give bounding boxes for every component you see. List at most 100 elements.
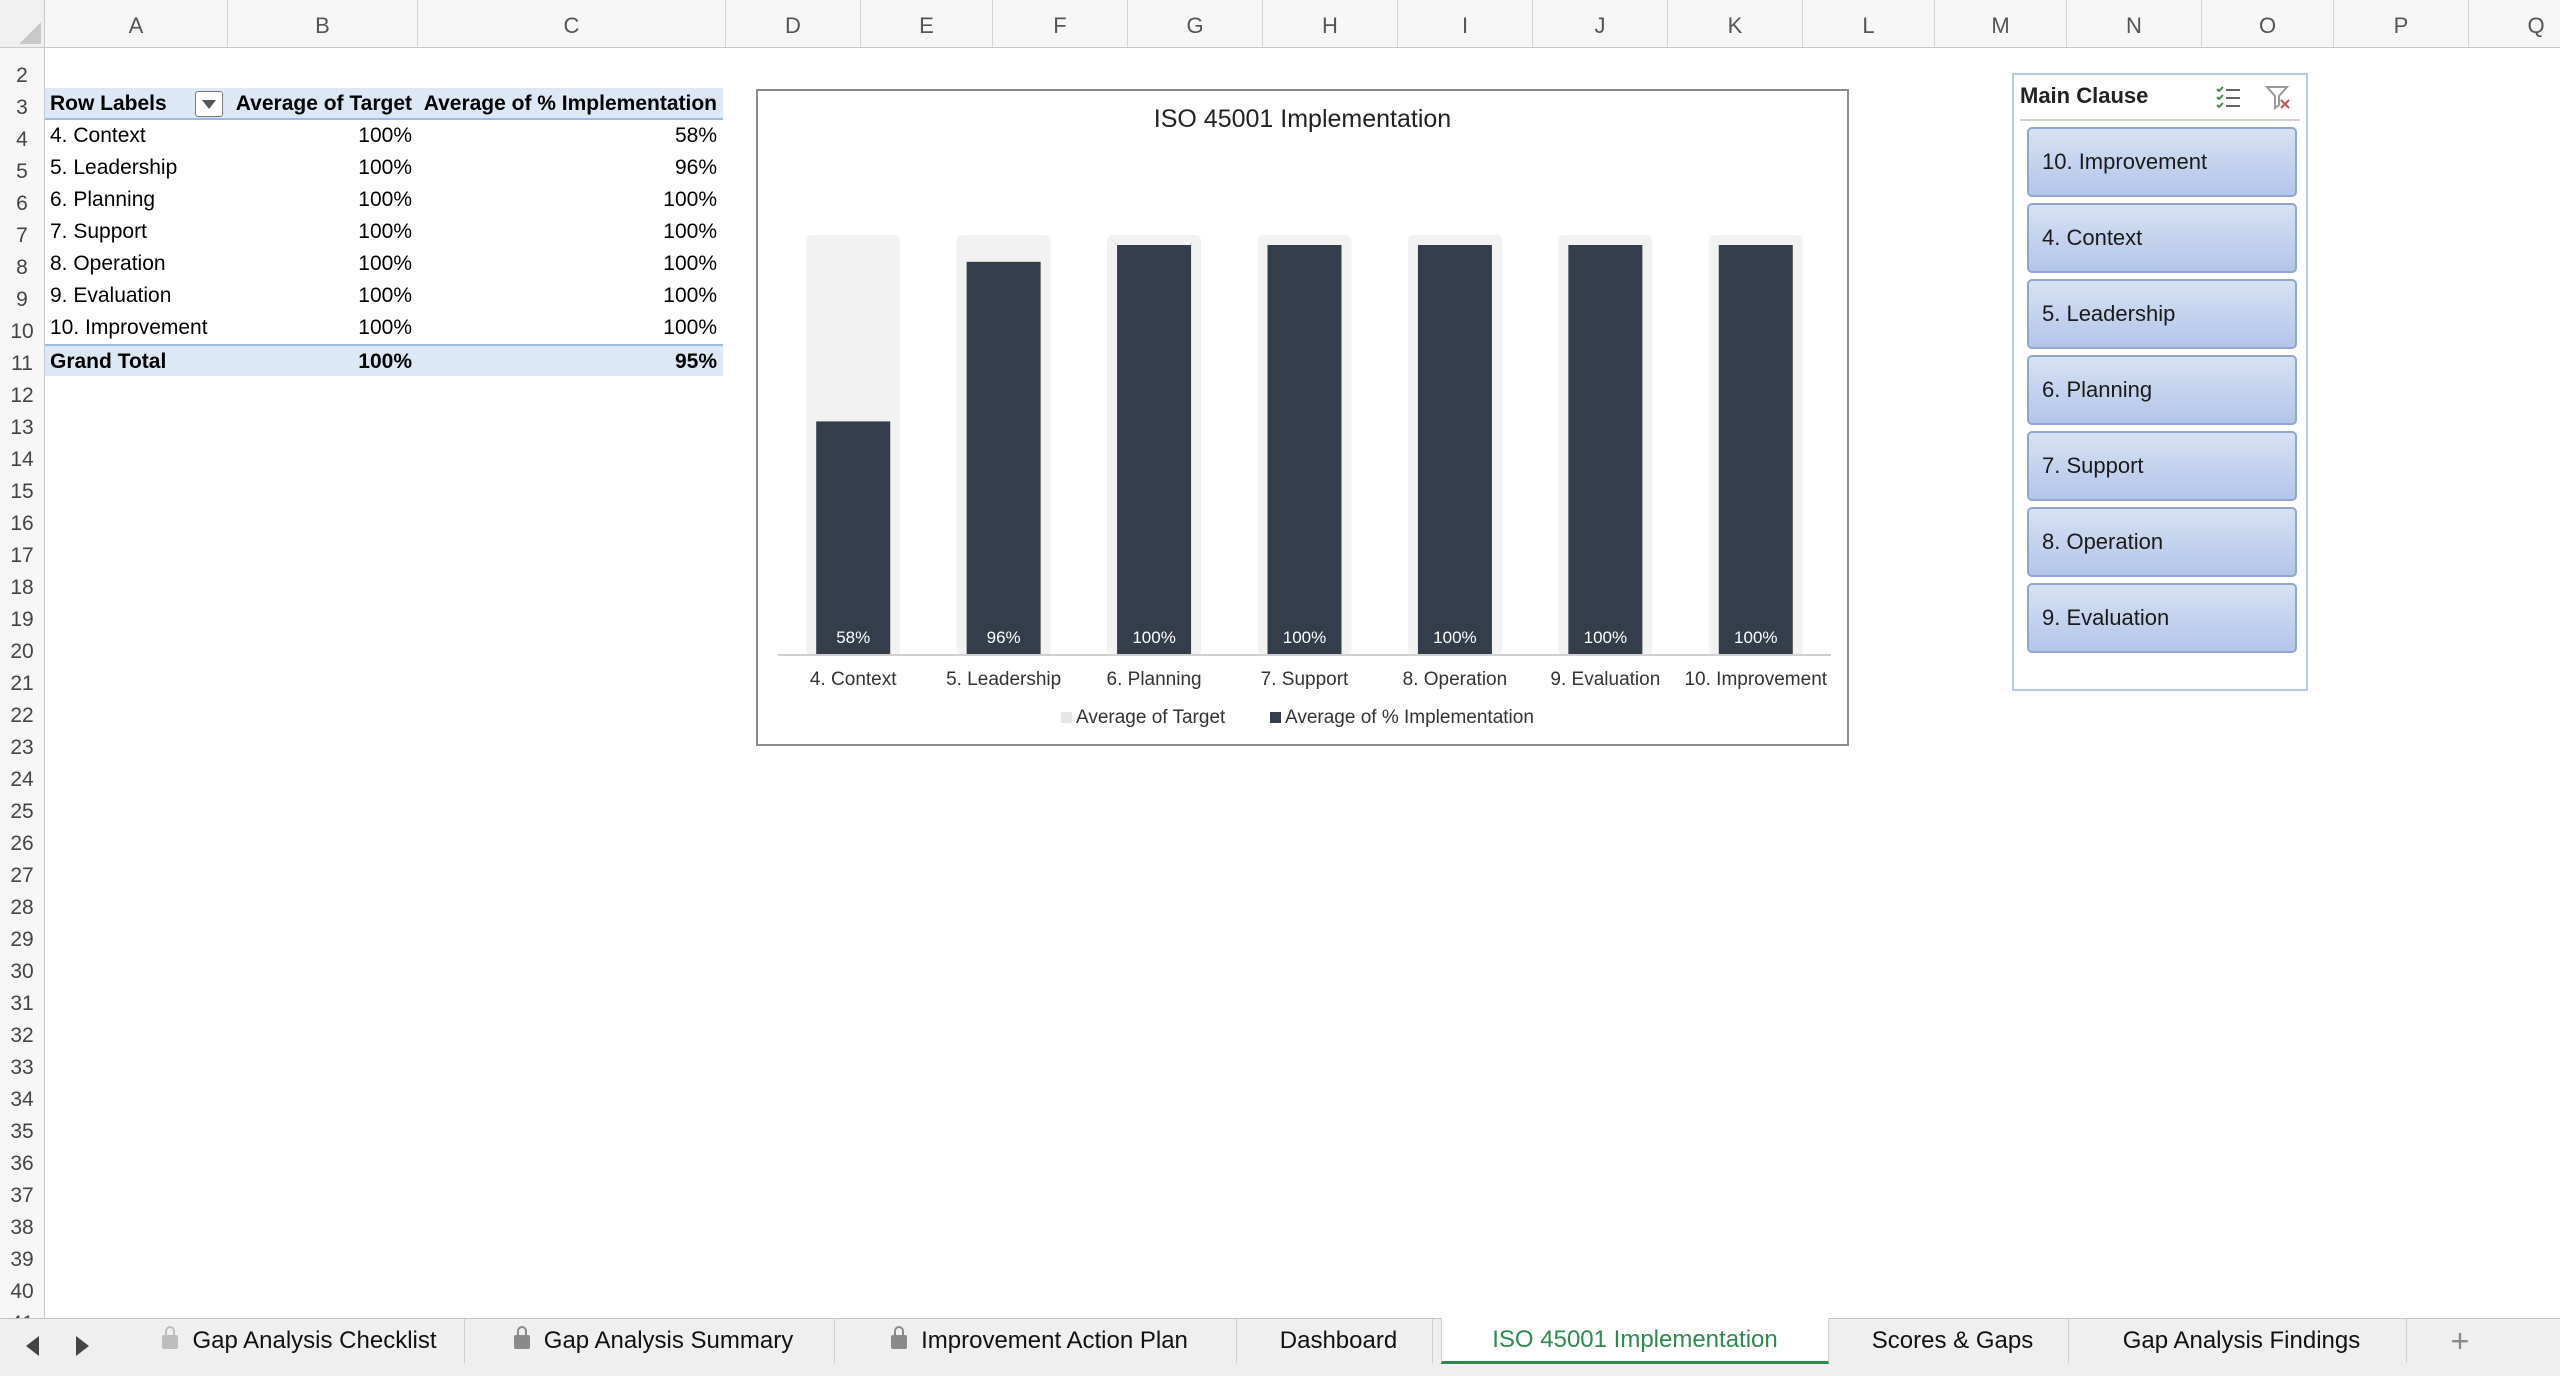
row-header[interactable]: 2 (0, 60, 44, 92)
row-header[interactable]: 29 (0, 924, 44, 956)
row-header[interactable]: 19 (0, 604, 44, 636)
column-header[interactable]: P (2334, 0, 2469, 47)
row-header[interactable]: 3 (0, 92, 44, 124)
row-header[interactable]: 5 (0, 156, 44, 188)
row-header[interactable]: 35 (0, 1116, 44, 1148)
pivot-row-target[interactable]: 100% (230, 280, 418, 312)
implementation-bar[interactable] (966, 261, 1041, 655)
row-header[interactable]: 40 (0, 1276, 44, 1308)
pivot-grand-total-target[interactable]: 100% (230, 344, 418, 376)
row-header[interactable]: 36 (0, 1148, 44, 1180)
pivot-header-target[interactable]: Average of Target (230, 88, 418, 120)
pivot-row-label[interactable]: 9. Evaluation (45, 280, 230, 312)
column-header[interactable]: J (1533, 0, 1668, 47)
row-header[interactable]: 41 (0, 1308, 44, 1318)
pivot-row-label[interactable]: 8. Operation (45, 248, 230, 280)
sheet-tab[interactable]: Dashboard (1245, 1319, 1433, 1363)
sheet-tab[interactable]: ISO 45001 Implementation (1441, 1318, 1829, 1364)
pivot-row-label[interactable]: 10. Improvement (45, 312, 230, 344)
column-header[interactable]: C (418, 0, 726, 47)
pivot-grand-total-implementation[interactable]: 95% (418, 344, 723, 376)
row-header[interactable]: 26 (0, 828, 44, 860)
slicer-item[interactable]: 9. Evaluation (2027, 583, 2297, 653)
row-header[interactable]: 8 (0, 252, 44, 284)
slicer-item[interactable]: 6. Planning (2027, 355, 2297, 425)
pivot-row-label[interactable]: 7. Support (45, 216, 230, 248)
column-header[interactable]: M (1935, 0, 2067, 47)
column-header[interactable]: L (1803, 0, 1935, 47)
slicer-item[interactable]: 5. Leadership (2027, 279, 2297, 349)
pivot-row-label[interactable]: 5. Leadership (45, 152, 230, 184)
row-header[interactable]: 20 (0, 636, 44, 668)
row-header[interactable]: 10 (0, 316, 44, 348)
row-header[interactable]: 21 (0, 668, 44, 700)
select-all-corner[interactable] (0, 0, 45, 47)
pivot-row-target[interactable]: 100% (230, 120, 418, 152)
row-header[interactable]: 16 (0, 508, 44, 540)
column-header[interactable]: E (861, 0, 993, 47)
column-header[interactable]: I (1398, 0, 1533, 47)
row-header[interactable]: 34 (0, 1084, 44, 1116)
column-header[interactable]: Q (2469, 0, 2560, 47)
row-header[interactable]: 27 (0, 860, 44, 892)
pivot-row-target[interactable]: 100% (230, 216, 418, 248)
row-header[interactable]: 24 (0, 764, 44, 796)
row-header[interactable]: 7 (0, 220, 44, 252)
column-header[interactable]: A (45, 0, 228, 47)
row-header[interactable]: 39 (0, 1244, 44, 1276)
row-header[interactable]: 14 (0, 444, 44, 476)
multi-select-icon[interactable] (2214, 83, 2242, 111)
main-clause-slicer[interactable]: Main Clause 10. Improvement 4. Context 5. … (2012, 73, 2308, 691)
implementation-chart[interactable]: ISO 45001 Implementation 58% 4. Context 96… (756, 89, 1849, 746)
implementation-bar[interactable] (1267, 245, 1342, 655)
pivot-row-implementation[interactable]: 100% (418, 184, 723, 216)
row-header[interactable]: 11 (0, 348, 44, 380)
row-header[interactable]: 18 (0, 572, 44, 604)
previous-sheet-icon[interactable] (26, 1336, 39, 1356)
row-header[interactable]: 6 (0, 188, 44, 220)
row-header[interactable]: 32 (0, 1020, 44, 1052)
pivot-row-label[interactable]: 4. Context (45, 120, 230, 152)
pivot-header-implementation[interactable]: Average of % Implementation (418, 88, 723, 120)
implementation-bar[interactable] (816, 421, 891, 655)
row-header[interactable]: 13 (0, 412, 44, 444)
row-header[interactable]: 30 (0, 956, 44, 988)
implementation-bar[interactable] (1117, 245, 1192, 655)
add-sheet-icon[interactable]: + (2430, 1319, 2490, 1363)
implementation-bar[interactable] (1718, 245, 1793, 655)
row-header[interactable]: 31 (0, 988, 44, 1020)
slicer-item[interactable]: 8. Operation (2027, 507, 2297, 577)
row-header[interactable]: 23 (0, 732, 44, 764)
slicer-item[interactable]: 4. Context (2027, 203, 2297, 273)
pivot-row-implementation[interactable]: 100% (418, 312, 723, 344)
pivot-row-implementation[interactable]: 100% (418, 216, 723, 248)
pivot-row-target[interactable]: 100% (230, 152, 418, 184)
sheet-tab[interactable]: Gap Analysis Checklist (135, 1319, 465, 1363)
implementation-bar[interactable] (1568, 245, 1643, 655)
pivot-row-implementation[interactable]: 100% (418, 280, 723, 312)
implementation-bar[interactable] (1417, 245, 1492, 655)
row-header[interactable]: 15 (0, 476, 44, 508)
pivot-row-implementation[interactable]: 100% (418, 248, 723, 280)
row-header[interactable]: 4 (0, 124, 44, 156)
pivot-grand-total-label[interactable]: Grand Total (45, 344, 230, 376)
pivot-row-target[interactable]: 100% (230, 312, 418, 344)
row-header[interactable]: 33 (0, 1052, 44, 1084)
pivot-row-target[interactable]: 100% (230, 184, 418, 216)
sheet-tab[interactable]: Gap Analysis Findings (2077, 1319, 2407, 1363)
row-header[interactable]: 9 (0, 284, 44, 316)
row-header[interactable]: 38 (0, 1212, 44, 1244)
slicer-item[interactable]: 10. Improvement (2027, 127, 2297, 197)
column-header[interactable]: N (2067, 0, 2202, 47)
row-header[interactable]: 17 (0, 540, 44, 572)
pivot-row-target[interactable]: 100% (230, 248, 418, 280)
pivot-filter-button[interactable] (195, 91, 223, 117)
column-header[interactable]: F (993, 0, 1128, 47)
pivot-row-label[interactable]: 6. Planning (45, 184, 230, 216)
row-header[interactable]: 28 (0, 892, 44, 924)
column-header[interactable]: K (1668, 0, 1803, 47)
clear-filter-icon[interactable] (2264, 83, 2292, 111)
pivot-row-implementation[interactable]: 58% (418, 120, 723, 152)
row-header[interactable]: 12 (0, 380, 44, 412)
column-header[interactable]: O (2202, 0, 2334, 47)
